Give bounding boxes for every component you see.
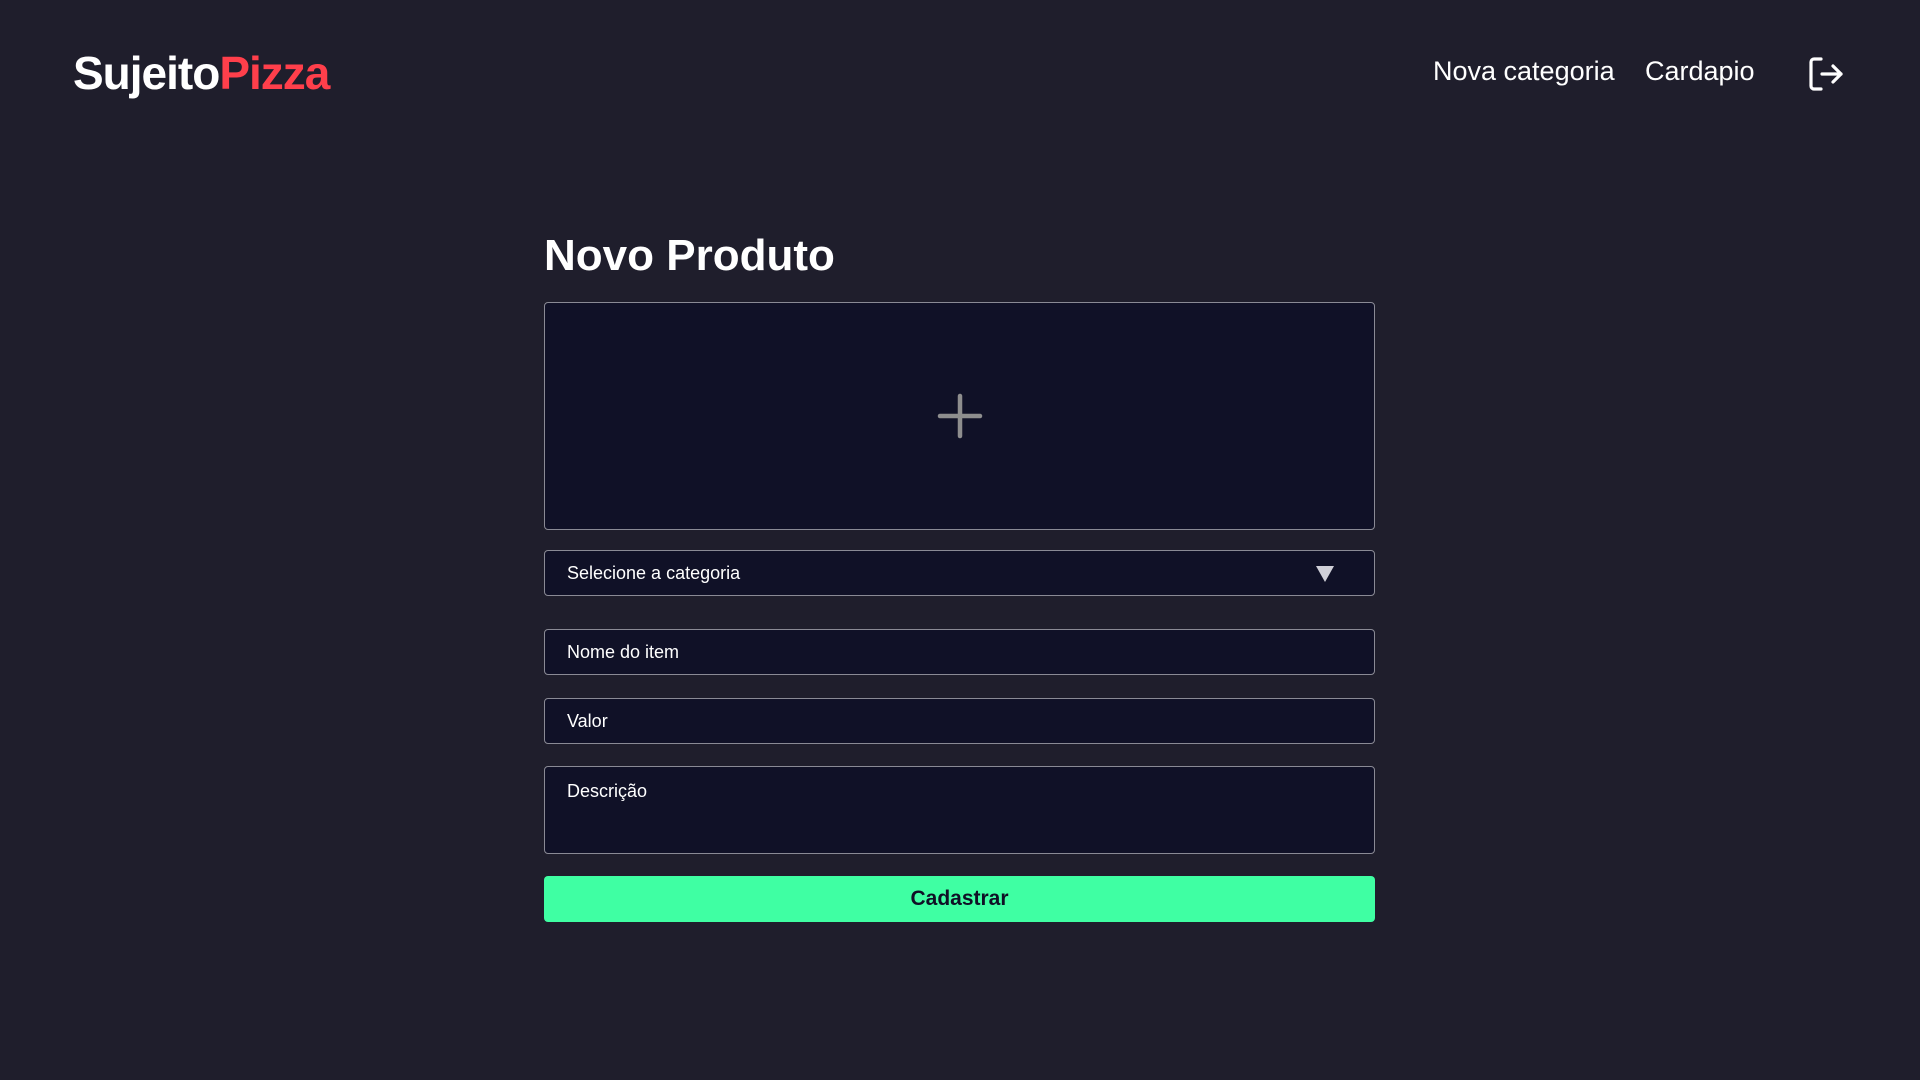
logout-icon xyxy=(1809,57,1843,91)
category-select-value: Selecione a categoria xyxy=(567,563,741,583)
category-select[interactable]: Selecione a categoria xyxy=(544,550,1375,596)
page-title: Novo Produto xyxy=(544,231,835,280)
nav-link-nova-categoria[interactable]: Nova categoria xyxy=(1433,56,1615,87)
plus-icon xyxy=(937,393,983,439)
header: SujeitoPizza Nova categoria Cardapio xyxy=(0,0,1920,150)
price-input[interactable] xyxy=(544,698,1375,744)
item-name-input[interactable] xyxy=(544,629,1375,675)
new-product-form: Novo Produto Selecione a categoria Cadas… xyxy=(544,226,1375,922)
image-upload-area[interactable] xyxy=(544,302,1375,530)
dropdown-arrow-icon xyxy=(1316,566,1334,582)
logo-text-primary: Sujeito xyxy=(73,47,220,99)
nav-link-cardapio[interactable]: Cardapio xyxy=(1645,56,1755,87)
logo-text-accent: Pizza xyxy=(219,47,330,99)
submit-button[interactable]: Cadastrar xyxy=(544,876,1375,922)
logo[interactable]: SujeitoPizza xyxy=(73,46,330,100)
logout-button[interactable] xyxy=(1808,56,1844,92)
description-textarea[interactable] xyxy=(544,766,1375,854)
